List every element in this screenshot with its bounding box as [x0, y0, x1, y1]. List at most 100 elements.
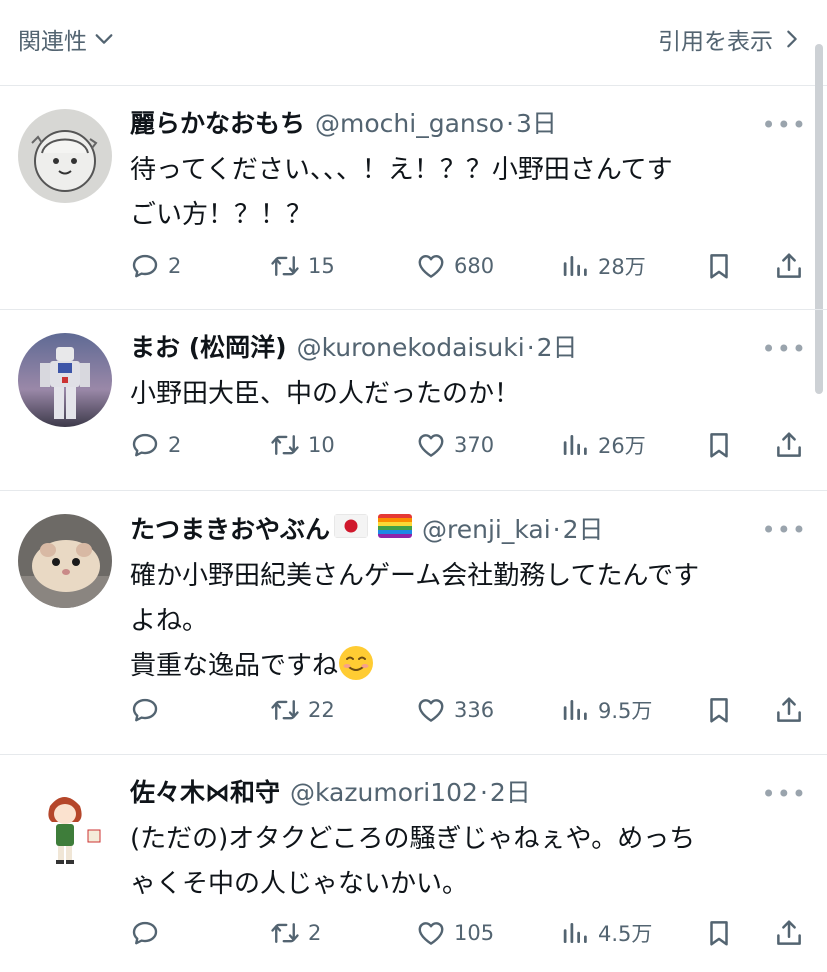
views-icon	[560, 430, 590, 460]
repost-count: 2	[308, 921, 322, 945]
repost-icon	[270, 251, 300, 281]
views-button[interactable]: 28万	[560, 251, 646, 281]
view-quotes-link[interactable]: 引用を表示	[658, 22, 803, 56]
reply-body: 佐々木⋈和守 @kazumori102 · 2日 ••• (ただの)オタクどころ…	[130, 778, 807, 907]
reply-icon	[130, 251, 160, 281]
share-button[interactable]	[774, 430, 804, 460]
views-icon	[560, 918, 590, 948]
like-count: 370	[454, 433, 495, 457]
reply-post[interactable]: たつまきおやぶん @renji_kai · 2日 ••• 確か小野田紀美さんゲー…	[0, 492, 827, 755]
bookmark-button[interactable]	[704, 918, 734, 948]
repost-icon	[270, 918, 300, 948]
display-name[interactable]: 麗らかなおもち	[130, 109, 305, 139]
repost-count: 15	[308, 254, 335, 278]
reply-button[interactable]	[130, 918, 168, 948]
repost-icon	[270, 695, 300, 725]
more-icon[interactable]: •••	[762, 111, 807, 139]
display-name[interactable]: 佐々木⋈和守	[130, 778, 280, 808]
avatar[interactable]	[18, 778, 112, 872]
more-icon[interactable]: •••	[762, 780, 807, 808]
bookmark-button[interactable]	[704, 695, 734, 725]
sort-dropdown[interactable]: 関連性	[18, 22, 115, 56]
like-icon	[416, 918, 446, 948]
avatar[interactable]	[18, 333, 112, 427]
timestamp[interactable]: 3日	[516, 109, 557, 139]
repost-icon	[270, 430, 300, 460]
reply-button[interactable]: 2	[130, 430, 181, 460]
user-handle[interactable]: @mochi_ganso	[315, 109, 504, 139]
avatar[interactable]	[18, 514, 112, 608]
conversation-header: 関連性 引用を表示	[0, 0, 827, 86]
share-button[interactable]	[774, 695, 804, 725]
like-button[interactable]: 370	[416, 430, 494, 460]
like-button[interactable]: 336	[416, 695, 494, 725]
views-button[interactable]: 4.5万	[560, 918, 652, 948]
reply-text: (ただの)オタクどころの騒ぎじゃねぇや。めっち ゃくそ中の人じゃないかい。	[130, 824, 696, 899]
bookmark-icon	[704, 918, 734, 948]
repost-button[interactable]: 10	[270, 430, 335, 460]
action-bar: 2 105 4.5万	[130, 918, 807, 950]
views-icon	[560, 251, 590, 281]
japan-flag-emoji	[334, 514, 369, 538]
separator-dot: ·	[526, 333, 535, 362]
view-quotes-label: 引用を表示	[658, 29, 773, 55]
reply-text: 確か小野田紀美さんゲーム会社勤務してたんです よね。 貴重な逸品ですね	[130, 561, 700, 681]
chevron-down-icon	[95, 34, 113, 44]
separator-dot: ·	[552, 515, 561, 544]
share-button[interactable]	[774, 251, 804, 281]
reply-post[interactable]: 佐々木⋈和守 @kazumori102 · 2日 ••• (ただの)オタクどころ…	[0, 756, 827, 972]
more-icon[interactable]: •••	[762, 516, 807, 544]
more-icon[interactable]: •••	[762, 335, 807, 363]
avatar[interactable]	[18, 109, 112, 203]
share-button[interactable]	[774, 918, 804, 948]
reply-header: 佐々木⋈和守 @kazumori102 · 2日	[130, 778, 807, 808]
display-name[interactable]: まお (松岡洋)	[130, 333, 287, 363]
repost-button[interactable]: 22	[270, 695, 335, 725]
views-count: 4.5万	[598, 922, 653, 946]
reply-post[interactable]: まお (松岡洋) @kuronekodaisuki · 2日 ••• 小野田大臣…	[0, 311, 827, 491]
repost-button[interactable]: 2	[270, 918, 321, 948]
reply-text-block: 確か小野田紀美さんゲーム会社勤務してたんです よね。 貴重な逸品ですね	[130, 554, 807, 689]
reply-post[interactable]: 麗らかなおもち @mochi_ganso · 3日 ••• 待ってください、、、…	[0, 87, 827, 310]
user-handle[interactable]: @kazumori102	[290, 778, 478, 808]
like-icon	[416, 430, 446, 460]
views-count: 26万	[598, 434, 646, 458]
like-button[interactable]: 680	[416, 251, 494, 281]
share-icon	[774, 251, 804, 281]
user-handle[interactable]: @kuronekodaisuki	[297, 333, 525, 363]
reply-text: 待ってください、、、！え！？？小野田さんてす ごい方！？！？	[130, 155, 673, 230]
bookmark-button[interactable]	[704, 430, 734, 460]
reply-count: 2	[168, 433, 182, 457]
like-count: 336	[454, 698, 495, 722]
reply-button[interactable]: 2	[130, 251, 181, 281]
sort-label: 関連性	[18, 29, 87, 55]
share-icon	[774, 695, 804, 725]
reply-text: 小野田大臣、中の人だったのか！	[130, 379, 521, 409]
repost-button[interactable]: 15	[270, 251, 335, 281]
user-handle[interactable]: @renji_kai	[422, 515, 551, 545]
reply-count: 2	[168, 254, 182, 278]
views-count: 9.5万	[598, 699, 653, 723]
like-icon	[416, 251, 446, 281]
timestamp[interactable]: 2日	[563, 515, 604, 545]
like-icon	[416, 695, 446, 725]
share-icon	[774, 918, 804, 948]
bookmark-button[interactable]	[704, 251, 734, 281]
share-icon	[774, 430, 804, 460]
separator-dot: ·	[506, 109, 515, 138]
timestamp[interactable]: 2日	[490, 778, 531, 808]
action-bar: 2 10 370 26万	[130, 430, 807, 462]
display-name[interactable]: たつまきおやぶん	[130, 515, 330, 545]
views-button[interactable]: 26万	[560, 430, 646, 460]
timestamp[interactable]: 2日	[537, 333, 578, 363]
reply-icon	[130, 918, 160, 948]
smiling-face-emoji	[338, 645, 374, 681]
reply-header: 麗らかなおもち @mochi_ganso · 3日	[130, 109, 807, 139]
bookmark-icon	[704, 695, 734, 725]
like-button[interactable]: 105	[416, 918, 494, 948]
views-button[interactable]: 9.5万	[560, 695, 652, 725]
views-icon	[560, 695, 590, 725]
reply-button[interactable]	[130, 695, 168, 725]
like-count: 680	[454, 254, 495, 278]
reply-icon	[130, 695, 160, 725]
